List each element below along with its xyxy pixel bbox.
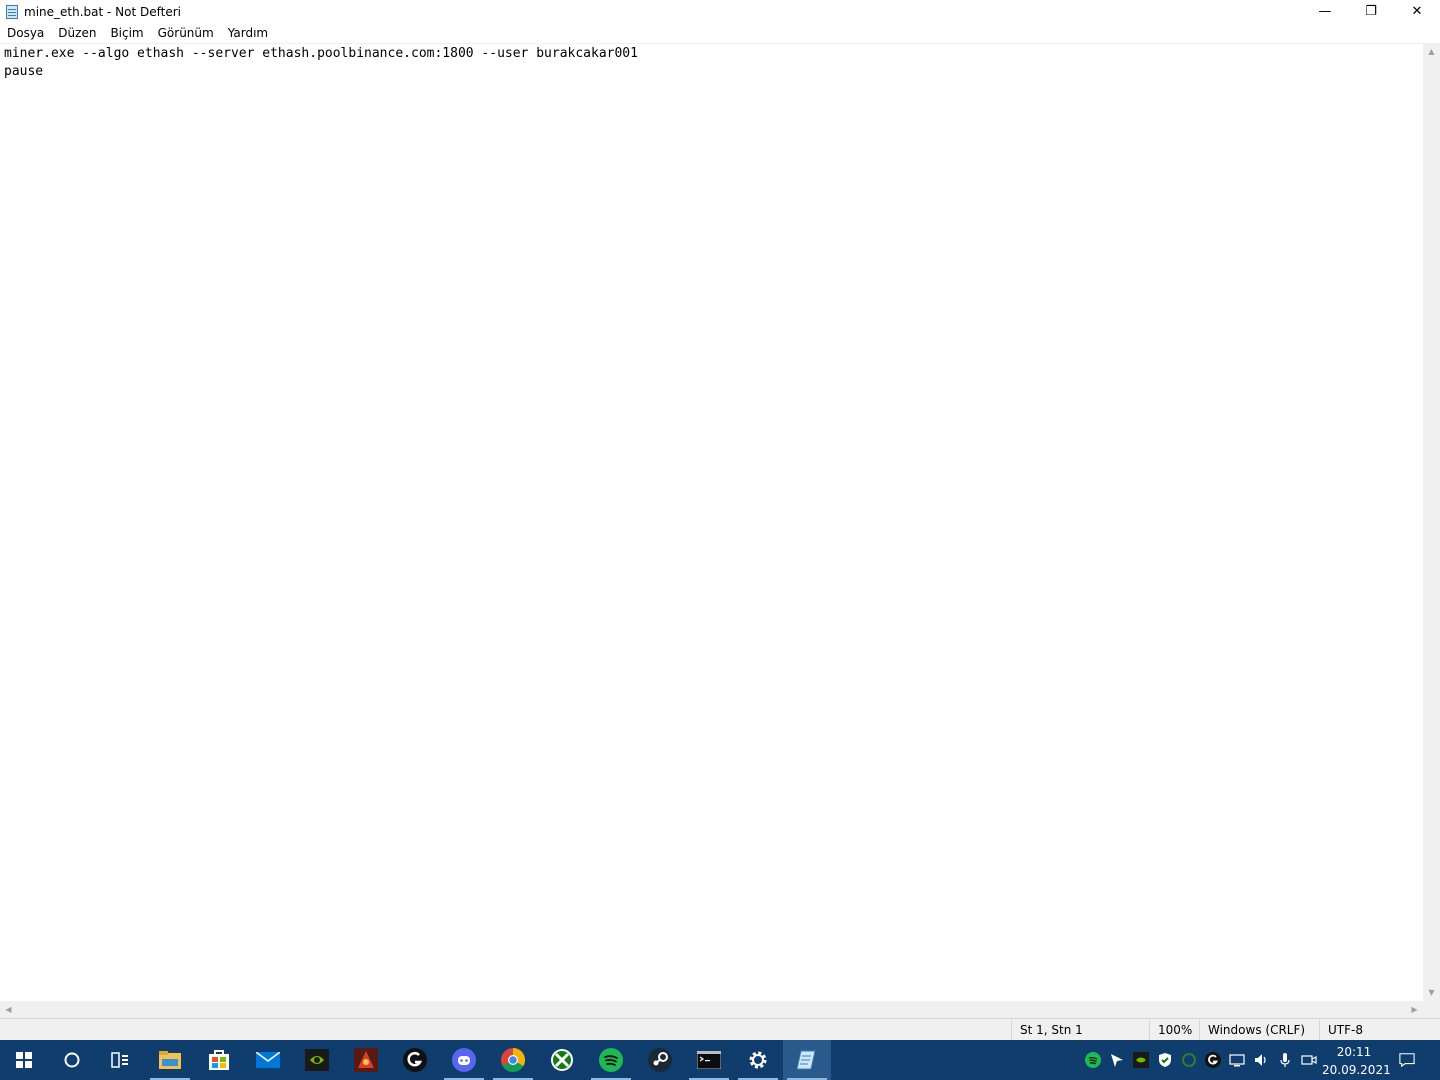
vertical-scrollbar[interactable]: ▲ ▼ xyxy=(1423,43,1440,1001)
file-explorer-icon xyxy=(159,1051,181,1069)
taskbar-spotify[interactable] xyxy=(587,1040,635,1080)
menu-view[interactable]: Görünüm xyxy=(151,23,221,43)
volume-icon[interactable] xyxy=(1253,1052,1269,1068)
menu-help[interactable]: Yardım xyxy=(221,23,275,43)
game-icon xyxy=(354,1048,378,1072)
search-button[interactable] xyxy=(48,1040,96,1080)
window-controls: — ❐ ✕ xyxy=(1302,0,1440,23)
notepad-icon xyxy=(796,1050,816,1070)
nvidia-icon xyxy=(305,1049,329,1071)
menu-bar: Dosya Düzen Biçim Görünüm Yardım xyxy=(0,23,1440,43)
spotify-icon xyxy=(599,1048,623,1072)
taskbar-mail[interactable] xyxy=(244,1040,292,1080)
taskbar-logitech[interactable] xyxy=(391,1040,439,1080)
microphone-icon[interactable] xyxy=(1277,1052,1293,1068)
restore-button[interactable]: ❐ xyxy=(1348,0,1394,23)
title-bar: mine_eth.bat - Not Defteri — ❐ ✕ xyxy=(0,0,1440,23)
notification-icon[interactable] xyxy=(1399,1052,1415,1068)
editor-content[interactable]: miner.exe --algo ethash --server ethash.… xyxy=(4,45,638,81)
text-editor[interactable]: miner.exe --algo ethash --server ethash.… xyxy=(0,43,1423,1001)
taskbar-file-explorer[interactable] xyxy=(146,1040,194,1080)
chrome-icon xyxy=(501,1048,525,1072)
line-ending: Windows (CRLF) xyxy=(1199,1019,1319,1041)
menu-format[interactable]: Biçim xyxy=(103,23,150,43)
settings-icon xyxy=(749,1051,767,1069)
taskbar-store[interactable] xyxy=(195,1040,243,1080)
logitech-tray-icon[interactable] xyxy=(1205,1052,1221,1068)
taskbar-notepad[interactable] xyxy=(783,1040,831,1080)
clock[interactable]: 20:11 20.09.2021 xyxy=(1322,1040,1391,1080)
taskbar-nvidia[interactable] xyxy=(293,1040,341,1080)
taskbar: 20:11 20.09.2021 xyxy=(0,1040,1440,1080)
security-tray-icon[interactable] xyxy=(1157,1052,1173,1068)
start-icon xyxy=(16,1052,32,1068)
steam-icon xyxy=(648,1048,672,1072)
status-tray-icon[interactable] xyxy=(1181,1052,1197,1068)
taskbar-chrome[interactable] xyxy=(489,1040,537,1080)
status-bar: St 1, Stn 1 100% Windows (CRLF) UTF-8 xyxy=(0,1018,1440,1041)
zoom-level: 100% xyxy=(1149,1019,1199,1041)
taskbar-xbox[interactable] xyxy=(538,1040,586,1080)
meet-now-icon[interactable] xyxy=(1301,1052,1317,1068)
task-view-button[interactable] xyxy=(96,1040,144,1080)
mail-icon xyxy=(256,1052,280,1068)
taskbar-game[interactable] xyxy=(342,1040,390,1080)
taskbar-settings[interactable] xyxy=(734,1040,782,1080)
taskbar-terminal[interactable] xyxy=(685,1040,733,1080)
cursor-tray-icon[interactable] xyxy=(1109,1052,1125,1068)
start-button[interactable] xyxy=(0,1040,48,1080)
logitech-icon xyxy=(403,1048,427,1072)
menu-edit[interactable]: Düzen xyxy=(51,23,103,43)
close-button[interactable]: ✕ xyxy=(1394,0,1440,23)
scroll-down-icon[interactable]: ▼ xyxy=(1423,984,1440,1001)
discord-icon xyxy=(452,1048,476,1072)
scroll-right-icon[interactable]: ▶ xyxy=(1406,1001,1423,1018)
cursor-position: St 1, Stn 1 xyxy=(1011,1019,1149,1041)
taskbar-discord[interactable] xyxy=(440,1040,488,1080)
scroll-corner xyxy=(1423,1001,1440,1018)
spotify-tray-icon[interactable] xyxy=(1085,1052,1101,1068)
xbox-icon xyxy=(551,1049,573,1071)
clock-date: 20.09.2021 xyxy=(1322,1063,1391,1077)
search-icon xyxy=(64,1052,80,1068)
task-view-icon xyxy=(111,1052,128,1068)
network-icon[interactable] xyxy=(1229,1052,1245,1068)
nvidia-tray-icon[interactable] xyxy=(1133,1052,1149,1068)
notepad-icon xyxy=(4,4,20,20)
terminal-icon xyxy=(697,1051,721,1069)
editor-line: pause xyxy=(4,64,44,79)
window-title: mine_eth.bat - Not Defteri xyxy=(24,4,181,19)
taskbar-steam[interactable] xyxy=(636,1040,684,1080)
scroll-left-icon[interactable]: ◀ xyxy=(0,1001,17,1018)
scroll-up-icon[interactable]: ▲ xyxy=(1423,43,1440,60)
clock-time: 20:11 xyxy=(1336,1045,1372,1059)
store-icon xyxy=(209,1050,229,1070)
minimize-button[interactable]: — xyxy=(1302,0,1348,23)
horizontal-scrollbar[interactable]: ◀ ▶ xyxy=(0,1001,1423,1018)
menu-file[interactable]: Dosya xyxy=(0,23,51,43)
editor-line: miner.exe --algo ethash --server ethash.… xyxy=(4,46,638,61)
encoding: UTF-8 xyxy=(1319,1019,1440,1041)
